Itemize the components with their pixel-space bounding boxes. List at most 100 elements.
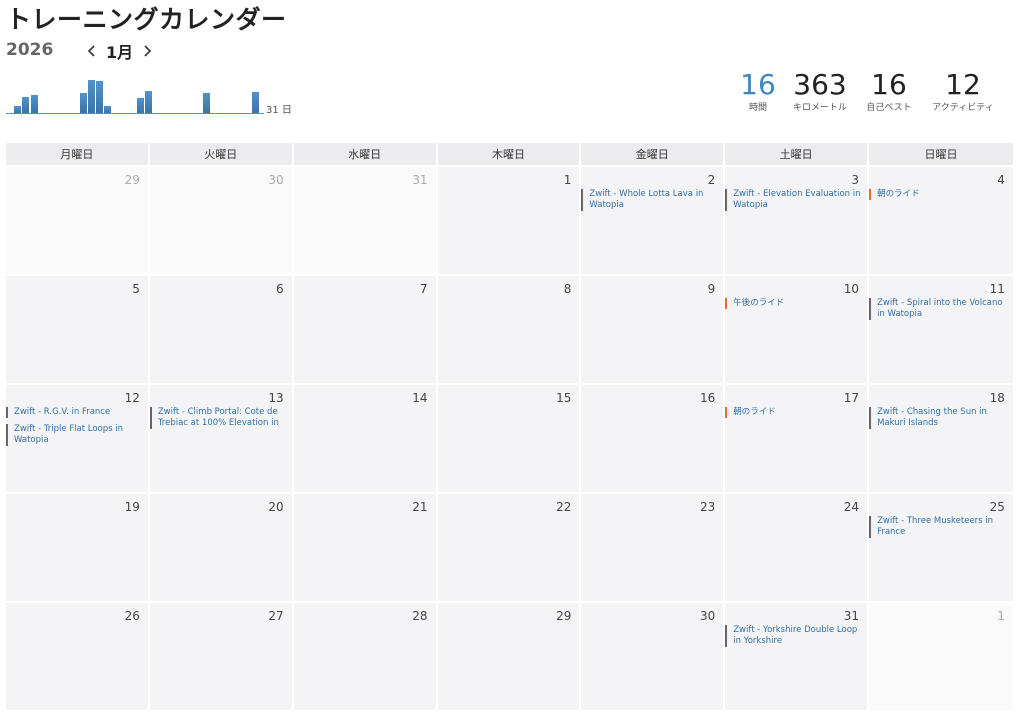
day-number: 31: [412, 173, 428, 187]
activity-event[interactable]: Zwift - Whole Lotta Lava in Watopia: [581, 189, 719, 211]
calendar-day-cell[interactable]: 10 午後のライド: [725, 276, 870, 383]
day-number: 21: [412, 500, 428, 514]
histogram-bar: [88, 80, 95, 113]
calendar-day-cell[interactable]: 14: [293, 385, 438, 492]
calendar-day-cell[interactable]: 20: [149, 494, 294, 601]
calendar-day-cell[interactable]: 31 Zwift - Yorkshire Double Loop in Yorks…: [725, 603, 870, 710]
chevron-left-icon[interactable]: [84, 41, 100, 61]
activity-event[interactable]: Zwift - Elevation Evaluation in Watopia: [725, 189, 863, 211]
histogram-bar: [79, 93, 87, 113]
calendar-week-row: 29 30 31 1 2 Zwift - Whole Lotta Lava in Wato…: [6, 165, 1013, 274]
event-list: Zwift - Spiral into the Volcano in Watop…: [869, 298, 1009, 326]
calendar-day-cell[interactable]: 29: [437, 603, 582, 710]
calendar-day-cell[interactable]: 1: [437, 167, 582, 274]
calendar-day-cell[interactable]: 3 Zwift - Elevation Evaluation in Watopia: [725, 167, 870, 274]
histogram-bar: [30, 95, 38, 113]
calendar-week-row: 5 6 7 8 9 10 午後のライド 11 Zwift - Spiral into the V…: [6, 274, 1013, 383]
calendar-day-cell[interactable]: 28: [293, 603, 438, 710]
calendar-day-cell[interactable]: 1: [869, 603, 1013, 710]
weekday-label: 日曜日: [924, 148, 958, 161]
day-number: 27: [268, 609, 284, 623]
calendar-day-cell[interactable]: 30: [149, 167, 294, 274]
histogram-bar: [145, 91, 153, 113]
activity-event[interactable]: 午後のライド: [725, 298, 863, 309]
histogram-bar: [202, 93, 210, 113]
weekday-label: 火曜日: [150, 143, 294, 165]
activity-event[interactable]: Zwift - Chasing the Sun in Makuri Island…: [869, 407, 1009, 429]
day-number: 24: [843, 500, 860, 514]
histogram-bar: [96, 81, 104, 113]
calendar-day-cell[interactable]: 21: [293, 494, 438, 601]
weekday-label: 月曜日: [6, 143, 150, 165]
day-number: 7: [419, 282, 428, 296]
activity-event[interactable]: 朝のライド: [869, 189, 1009, 200]
event-list: Zwift - Whole Lotta Lava in Watopia: [581, 189, 719, 217]
day-number: 3: [851, 173, 860, 187]
calendar-day-cell[interactable]: 8: [437, 276, 582, 383]
activity-event[interactable]: Zwift - Climb Portal: Cote de Trebiac at…: [149, 407, 288, 429]
day-number: 18: [989, 391, 1005, 405]
calendar-day-cell[interactable]: 30: [581, 603, 726, 710]
stat-item: 12 アクティビティ: [918, 68, 1008, 114]
page-title: トレーニングカレンダー: [6, 5, 287, 34]
calendar-day-cell[interactable]: 6: [149, 276, 294, 383]
calendar-day-cell[interactable]: 11 Zwift - Spiral into the Volcano in Wat…: [869, 276, 1013, 383]
histogram-days-label: 31 日: [266, 105, 292, 116]
day-number: 6: [276, 282, 284, 296]
event-list: Zwift - Elevation Evaluation in Watopia: [725, 189, 863, 217]
calendar-day-cell[interactable]: 9: [581, 276, 726, 383]
calendar-day-cell[interactable]: 31: [293, 167, 438, 274]
day-number: 19: [124, 500, 140, 514]
chevron-right-icon[interactable]: [139, 41, 155, 61]
histogram-bar: [137, 98, 145, 113]
calendar-day-cell[interactable]: 19: [6, 494, 150, 601]
calendar-day-cell[interactable]: 16: [581, 385, 726, 492]
stat-label: アクティビティ: [932, 103, 994, 113]
calendar-day-cell[interactable]: 4 朝のライド: [869, 167, 1013, 274]
day-number: 15: [556, 391, 572, 405]
day-number: 25: [989, 500, 1005, 514]
year-label: 2026: [6, 40, 54, 60]
calendar-day-cell[interactable]: 17 朝のライド: [725, 385, 870, 492]
calendar-body: 29 30 31 1 2 Zwift - Whole Lotta Lava in Wato…: [6, 165, 1013, 710]
day-number: 17: [843, 391, 860, 405]
calendar-day-cell[interactable]: 27: [149, 603, 294, 710]
calendar-day-cell[interactable]: 13 Zwift - Climb Portal: Cote de Trebiac …: [149, 385, 294, 492]
day-number: 30: [268, 173, 284, 187]
activity-event[interactable]: Zwift - Spiral into the Volcano in Watop…: [869, 298, 1009, 320]
calendar-day-cell[interactable]: 29: [6, 167, 150, 274]
calendar-day-cell[interactable]: 5: [6, 276, 150, 383]
day-number: 23: [699, 500, 716, 514]
calendar-day-cell[interactable]: 15: [437, 385, 582, 492]
calendar-day-cell[interactable]: 26: [6, 603, 150, 710]
day-number: 5: [132, 282, 140, 296]
activity-event[interactable]: Zwift - Triple Flat Loops in Watopia: [6, 424, 144, 446]
event-list: Zwift - Three Musketeers in France: [869, 516, 1009, 544]
activity-event[interactable]: 朝のライド: [725, 407, 863, 418]
day-number: 8: [563, 282, 572, 296]
activity-event[interactable]: Zwift - Three Musketeers in France: [869, 516, 1009, 538]
event-list: 朝のライド: [869, 189, 1009, 206]
day-number: 29: [124, 173, 140, 187]
calendar-day-cell[interactable]: 2 Zwift - Whole Lotta Lava in Watopia: [581, 167, 726, 274]
weekday-header: 月曜日 火曜日 水曜日 木曜日 金曜日 土曜日 日曜日: [6, 143, 1013, 165]
calendar-week-row: 26 27 28 29 30 31 Zwift - Yorkshire Double Loo…: [6, 601, 1013, 710]
calendar-day-cell[interactable]: 18 Zwift - Chasing the Sun in Makuri Isla…: [869, 385, 1013, 492]
calendar-day-cell[interactable]: 24: [725, 494, 870, 601]
day-number: 1: [997, 609, 1005, 623]
calendar-day-cell[interactable]: 23: [581, 494, 726, 601]
day-number: 20: [268, 500, 284, 514]
day-number: 28: [412, 609, 428, 623]
calendar-day-cell[interactable]: 7: [293, 276, 438, 383]
calendar-day-cell[interactable]: 12 Zwift - R.G.V. in France Zwift - Triple…: [6, 385, 150, 492]
weekday-label: 金曜日: [581, 143, 726, 165]
activity-event[interactable]: Zwift - R.G.V. in France: [6, 407, 144, 418]
day-number: 10: [843, 282, 860, 296]
day-number: 22: [556, 500, 572, 514]
activity-event[interactable]: Zwift - Yorkshire Double Loop in Yorkshi…: [725, 625, 863, 647]
histogram-bar: [22, 97, 30, 113]
stat-value: 12: [945, 68, 981, 101]
calendar-day-cell[interactable]: 25 Zwift - Three Musketeers in France: [869, 494, 1013, 601]
calendar-day-cell[interactable]: 22: [437, 494, 582, 601]
activity-histogram: [6, 74, 264, 114]
